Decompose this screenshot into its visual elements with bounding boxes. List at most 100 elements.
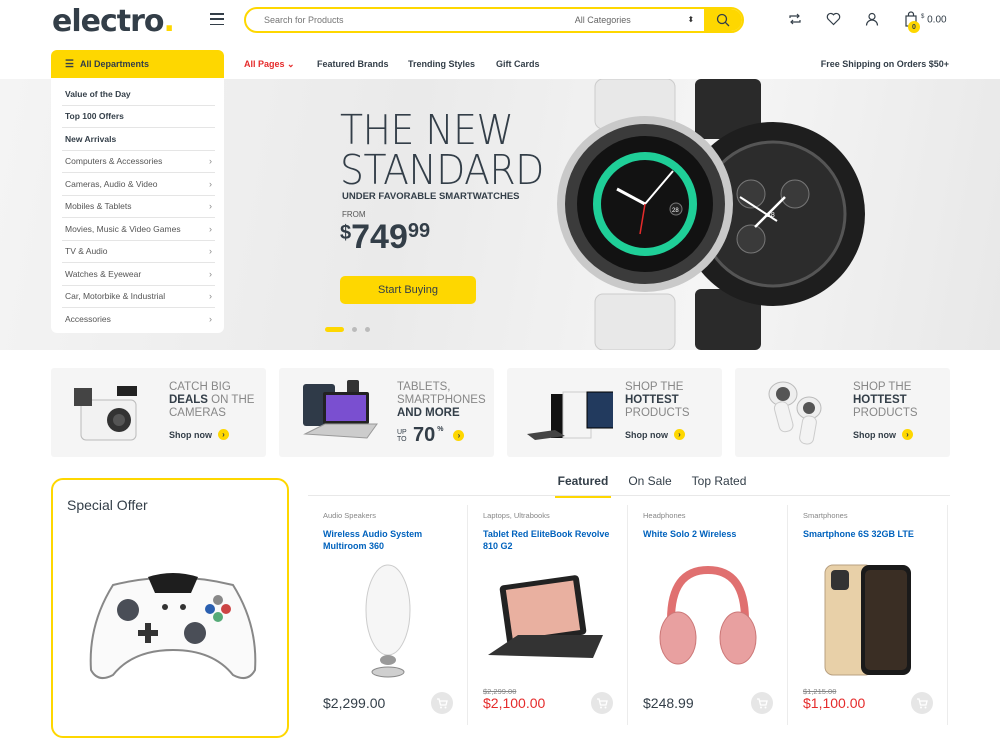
sidebar-item-cameras[interactable]: Cameras, Audio & Video › (62, 173, 215, 196)
cart-icon (917, 698, 928, 709)
chevron-right-icon: › (209, 201, 212, 212)
add-to-cart-button[interactable] (431, 692, 453, 714)
start-buying-button[interactable]: Start Buying (340, 276, 476, 304)
hero-price: $74999 (340, 218, 431, 256)
360-camera-image (753, 378, 841, 446)
nav-gift-cards[interactable]: Gift Cards (496, 59, 540, 69)
cart-count-badge: 0 (908, 21, 920, 33)
sidebar-item-computers[interactable]: Computers & Accessories › (62, 151, 215, 173)
product-category[interactable]: Laptops, Ultrabooks (483, 511, 550, 520)
search-icon (716, 13, 730, 27)
cart-icon (437, 698, 448, 709)
svg-text:28: 28 (767, 212, 775, 219)
discount-text[interactable]: UP TO 70% › (397, 424, 465, 447)
add-to-cart-button[interactable] (911, 692, 933, 714)
sidebar-item-watches[interactable]: Watches & Eyewear › (62, 263, 215, 286)
shop-now-link[interactable]: Shop now › (625, 429, 685, 440)
logo[interactable]: electro. (52, 4, 175, 39)
chevron-right-icon: › (209, 268, 212, 279)
product-name[interactable]: Wireless Audio System Multiroom 360 (323, 528, 458, 552)
sidebar-item-tv-audio[interactable]: TV & Audio › (62, 241, 215, 263)
chevron-right-icon: › (674, 429, 685, 440)
free-shipping-notice: Free Shipping on Orders $50+ (820, 59, 949, 69)
banner-tablets[interactable]: TABLETS, SMARTPHONES AND MORE UP TO 70% › (279, 368, 494, 457)
camera-image (69, 378, 157, 446)
chevron-right-icon: › (209, 156, 212, 167)
hero-title: THE NEW STANDARD (340, 106, 544, 194)
tab-on-sale[interactable]: On Sale (628, 474, 671, 496)
banner-desktops[interactable]: SHOP THE HOTTEST PRODUCTS Shop now › (507, 368, 722, 457)
search-button[interactable] (704, 9, 742, 31)
sidebar-item-accessories[interactable]: Accessories › (62, 308, 215, 331)
cart-icon (597, 698, 608, 709)
chevron-right-icon: › (209, 223, 212, 234)
product-price: $2,299.00 (323, 695, 386, 711)
nav-all-pages[interactable]: All Pages ⌄ (244, 59, 295, 70)
user-icon[interactable] (863, 10, 881, 28)
product-card[interactable]: Audio Speakers Wireless Audio System Mul… (308, 505, 468, 725)
product-sale-price: $2,100.00 (483, 695, 546, 711)
chevron-right-icon: › (453, 430, 465, 441)
add-to-cart-button[interactable] (591, 692, 613, 714)
search-input[interactable] (246, 15, 545, 25)
smartphone-image (803, 560, 933, 680)
sidebar-item-value-of-the-day[interactable]: Value of the Day (62, 83, 215, 106)
slide-dot-2[interactable] (352, 327, 357, 332)
sidebar-item-new-arrivals[interactable]: New Arrivals (62, 128, 215, 151)
product-category[interactable]: Headphones (643, 511, 686, 520)
hero-subtitle: UNDER FAVORABLE SMARTWATCHES (342, 191, 520, 202)
sidebar-item-movies[interactable]: Movies, Music & Video Games › (62, 218, 215, 241)
tab-featured[interactable]: Featured (554, 474, 611, 498)
select-arrows-icon: ⬍ (687, 15, 695, 24)
list-icon: ☰ (65, 58, 74, 70)
chevron-right-icon: › (209, 291, 212, 302)
banner-cameras[interactable]: CATCH BIG DEALS ON THE CAMERAS Shop now › (51, 368, 266, 457)
tablet-image (297, 378, 385, 446)
slide-dot-1[interactable] (325, 327, 344, 332)
slider-dots (325, 327, 370, 332)
banner-text: SHOP THE HOTTEST PRODUCTS (625, 381, 690, 419)
product-name[interactable]: White Solo 2 Wireless (643, 528, 778, 540)
product-name[interactable]: Smartphone 6S 32GB LTE (803, 528, 938, 540)
nav-trending-styles[interactable]: Trending Styles (408, 59, 475, 69)
tablet-image (483, 560, 613, 680)
chevron-down-icon: ⌄ (287, 59, 295, 69)
game-controller-image (89, 573, 257, 680)
sidebar-item-mobiles[interactable]: Mobiles & Tablets › (62, 196, 215, 218)
banner-text: TABLETS, SMARTPHONES AND MORE (397, 381, 486, 419)
menu-icon[interactable] (210, 13, 224, 25)
sidebar-item-car[interactable]: Car, Motorbike & Industrial › (62, 286, 215, 308)
product-card[interactable]: Smartphones Smartphone 6S 32GB LTE $1,21… (788, 505, 948, 725)
product-category[interactable]: Audio Speakers (323, 511, 376, 520)
shop-now-link[interactable]: Shop now › (169, 429, 229, 440)
nav-featured-brands[interactable]: Featured Brands (317, 59, 389, 69)
chevron-right-icon: › (209, 246, 212, 257)
special-offer-card[interactable]: Special Offer (51, 478, 289, 738)
tab-top-rated[interactable]: Top Rated (692, 474, 747, 496)
chevron-right-icon: › (902, 429, 913, 440)
chevron-right-icon: › (218, 429, 229, 440)
slide-dot-3[interactable] (365, 327, 370, 332)
product-sale-price: $1,100.00 (803, 695, 866, 711)
product-category[interactable]: Smartphones (803, 511, 848, 520)
add-to-cart-button[interactable] (751, 692, 773, 714)
headphones-image (643, 560, 773, 680)
heart-icon[interactable] (824, 10, 842, 28)
svg-text:28: 28 (672, 208, 679, 214)
banner-text: CATCH BIG DEALS ON THE CAMERAS (169, 381, 255, 419)
smartwatch-image: 28 28 (555, 78, 950, 351)
shop-now-link[interactable]: Shop now › (853, 429, 913, 440)
banner-360-cameras[interactable]: SHOP THE HOTTEST PRODUCTS Shop now › (735, 368, 950, 457)
product-card[interactable]: Headphones White Solo 2 Wireless $248.99 (628, 505, 788, 725)
compare-icon[interactable] (786, 10, 804, 28)
chevron-right-icon: › (209, 178, 212, 189)
product-price: $248.99 (643, 695, 694, 711)
product-name[interactable]: Tablet Red EliteBook Revolve 810 G2 (483, 528, 618, 552)
product-card[interactable]: Laptops, Ultrabooks Tablet Red EliteBook… (468, 505, 628, 725)
all-departments-button[interactable]: ☰ All Departments (51, 50, 224, 78)
category-select[interactable]: All Categories ⬍ (545, 15, 704, 25)
chevron-right-icon: › (209, 314, 212, 325)
departments-menu: Value of the Day Top 100 Offers New Arri… (51, 79, 224, 333)
cart-total[interactable]: $ 0.00 (921, 14, 947, 25)
sidebar-item-top-100-offers[interactable]: Top 100 Offers (62, 106, 215, 128)
